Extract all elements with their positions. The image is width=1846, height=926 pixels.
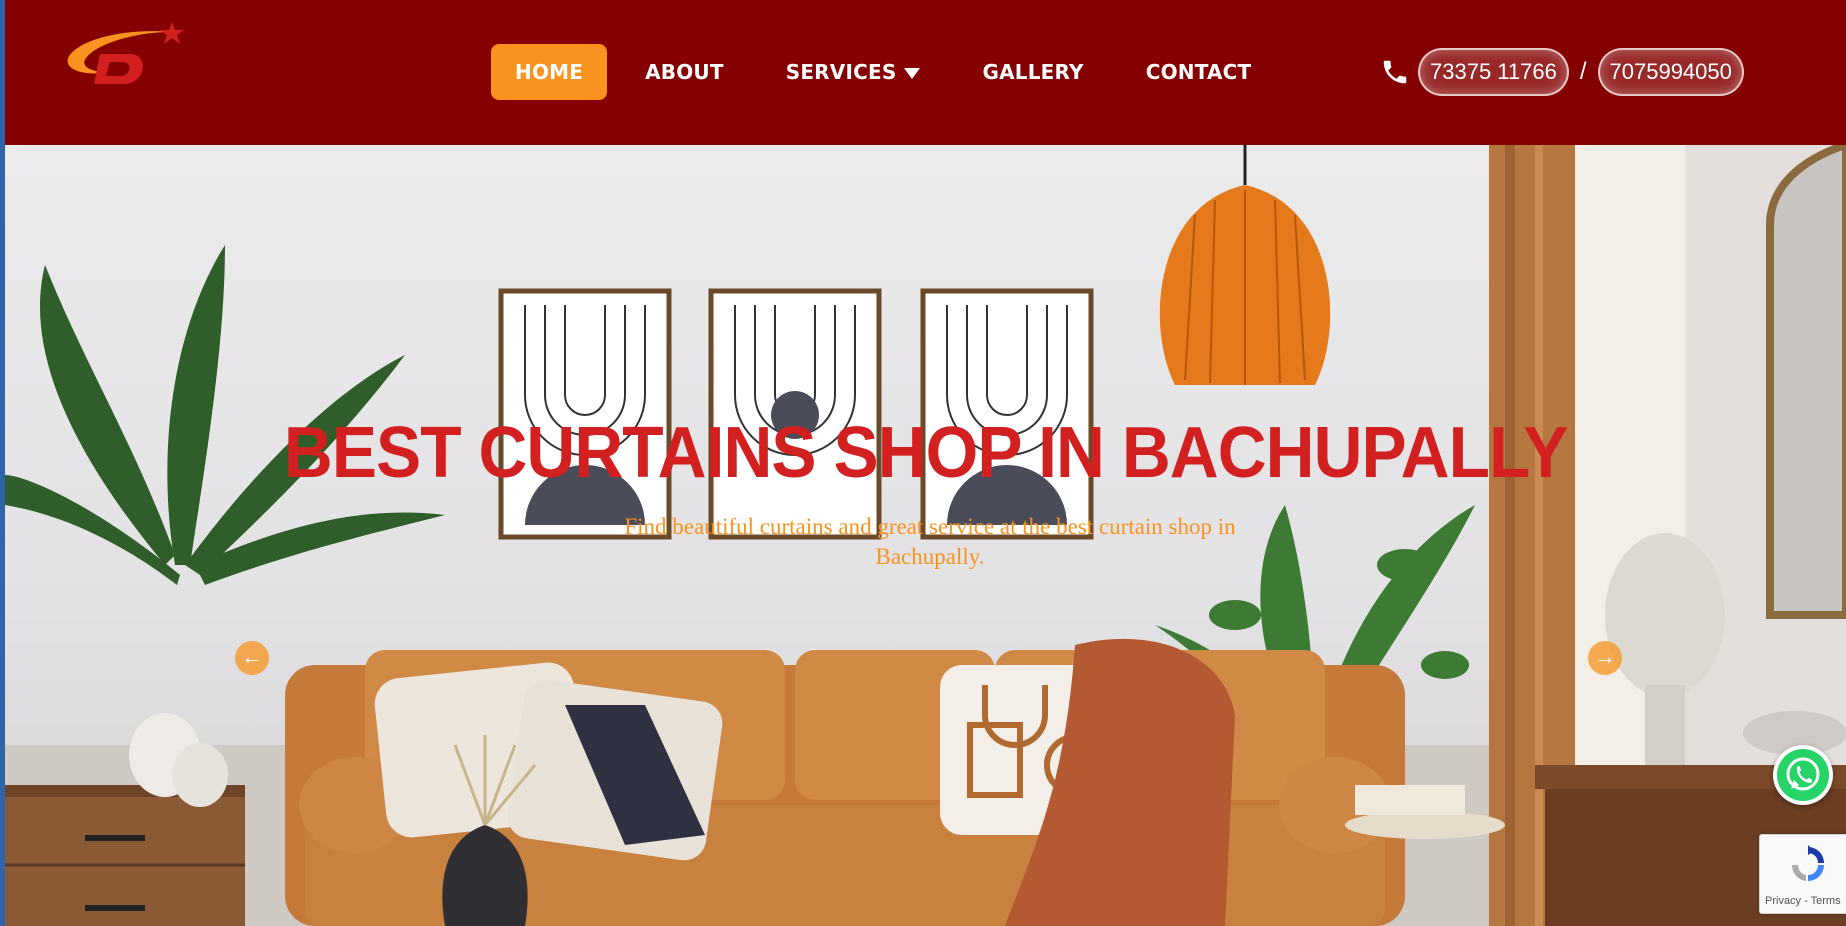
carousel-prev-button[interactable]: ← <box>235 641 269 675</box>
page: HOME ABOUT SERVICES GALLERY CONTACT 7337… <box>5 0 1846 926</box>
nav-about[interactable]: ABOUT <box>621 44 748 100</box>
phone-number-2-link[interactable]: 7075994050 <box>1597 48 1744 96</box>
nav-home-label: HOME <box>515 60 584 84</box>
nav-about-label: ABOUT <box>645 60 724 84</box>
phone-contact-bar: 73375 11766 / 7075994050 <box>1380 47 1744 97</box>
brand-logo[interactable] <box>60 18 190 92</box>
arrow-right-icon: → <box>1594 644 1616 669</box>
phone-separator: / <box>1579 58 1587 85</box>
chevron-down-icon <box>904 67 921 79</box>
site-header: HOME ABOUT SERVICES GALLERY CONTACT 7337… <box>5 0 1846 145</box>
main-nav: HOME ABOUT SERVICES GALLERY CONTACT <box>491 44 1289 100</box>
phone-number-1-link[interactable]: 73375 11766 <box>1418 48 1569 96</box>
arrow-left-icon: ← <box>241 644 263 669</box>
hero-title: BEST CURTAINS SHOP IN BACHUPALLY <box>283 413 1568 493</box>
whatsapp-button[interactable] <box>1773 745 1833 805</box>
hero-banner: BEST CURTAINS SHOP IN BACHUPALLY Find be… <box>5 145 1846 926</box>
nav-contact-label: CONTACT <box>1145 60 1252 84</box>
whatsapp-icon <box>1777 749 1829 801</box>
phone-icon <box>1383 60 1407 84</box>
hero-subtitle: Find beautiful curtains and great servic… <box>624 514 1236 569</box>
nav-gallery-label: GALLERY <box>982 60 1084 84</box>
carousel-next-button[interactable]: → <box>1588 641 1622 675</box>
nav-home[interactable]: HOME <box>491 44 608 100</box>
nav-gallery[interactable]: GALLERY <box>958 44 1107 100</box>
nav-services[interactable]: SERVICES <box>762 44 945 100</box>
nav-contact[interactable]: CONTACT <box>1122 44 1276 100</box>
recaptcha-icon <box>1791 845 1824 881</box>
nav-services-label: SERVICES <box>785 60 897 84</box>
recaptcha-links[interactable]: Privacy - Terms <box>1765 895 1841 907</box>
recaptcha-badge[interactable]: Privacy - Terms <box>1759 834 1846 914</box>
